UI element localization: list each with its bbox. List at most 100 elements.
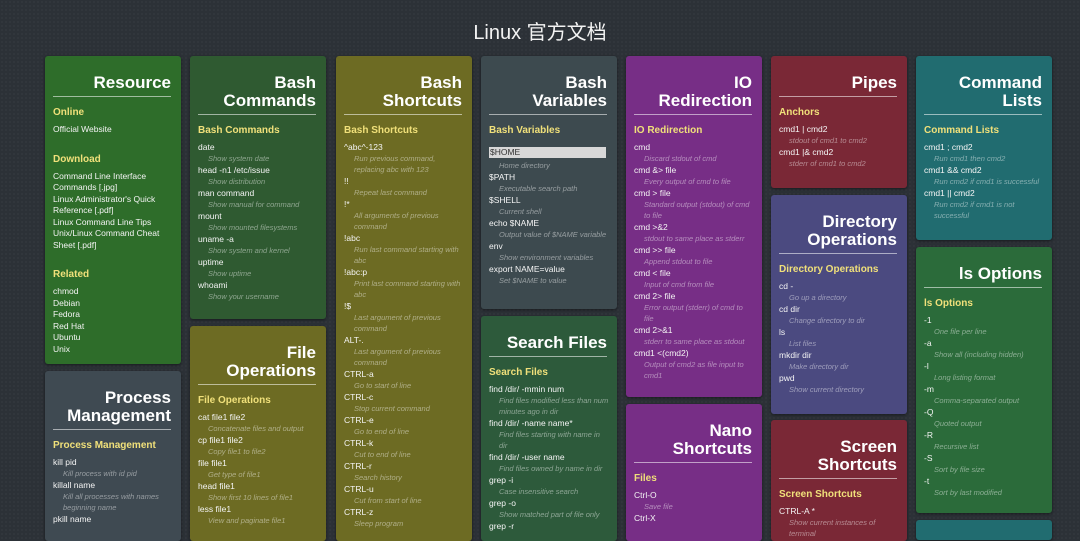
command-text: CTRL-a [344,369,374,379]
command-description: Stop current command [354,404,430,413]
command-text: cmd &> file [634,165,677,175]
command-text: !$ [344,301,352,311]
command-description: Go up a directory [789,293,847,302]
screen-shortcuts-title: Screen Shortcuts [817,437,897,474]
command-text: $SHELL [489,195,521,205]
command-description: Last argument of previous command [354,347,441,367]
resource-link[interactable]: Fedora [53,309,173,321]
command-description: Print last command starting with abc [354,279,461,299]
command-description: Standard output (stdout) of cmd to file [644,200,750,220]
command-description: Case insensitive search [499,487,579,496]
resource-link[interactable]: Unix/Linux Command Cheat Sheet [.pdf] [53,228,173,251]
command-description: Append stdout to file [644,257,713,266]
command-text: head file1 [198,481,235,491]
command-description: Quoted output [934,419,982,428]
resource-link[interactable]: chmod [53,286,173,298]
command-text: export NAME=value [489,264,565,274]
command-text: mkdir dir [779,350,812,360]
command-text: cmd [634,142,651,152]
bash-variables-card: Bash Variables Bash Variables $HOME Home … [481,56,617,309]
search-files-list: find /dir/ -mmin num Find files modified … [481,384,617,540]
command-description: All arguments of previous command [354,211,439,231]
command-text: pkill name [53,514,92,524]
command-text: ^abc^-123 [344,142,383,152]
extra-card [916,520,1052,540]
command-description: Current shell [499,207,542,216]
command-text: ALT-. [344,335,364,345]
command-text: killall name [53,480,96,490]
command-description: Show your username [208,292,279,301]
command-description: Show system and kernel [208,246,290,255]
command-description: Show environment variables [499,253,594,262]
resource-link[interactable]: Debian [53,298,173,310]
bash-commands-title: Bash Commands [223,73,316,110]
file-operations-title: File Operations [226,343,316,380]
command-description: Repeat last command [354,188,427,197]
command-description: Output of cmd2 as file input to cmd1 [644,360,744,380]
command-text: CTRL-c [344,392,374,402]
command-text: CTRL-u [344,484,374,494]
directory-operations-list: cd - Go up a directory cd dir Change direct… [771,281,907,404]
process-title: Process Management [67,388,171,425]
command-text: -a [924,338,932,348]
command-description: Make directory dir [789,362,849,371]
bash-variables-section: Bash Variables [489,125,561,136]
command-text: cmd1 && cmd2 [924,165,982,175]
command-text: ls [779,327,786,337]
command-description: Cut to end of line [354,450,411,459]
command-text: cmd1 |& cmd2 [779,147,834,157]
command-description: stdout to same place as stderr [644,234,745,243]
resource-link[interactable]: Command Line Interface Commands [.jpg] [53,171,173,194]
io-redirection-list: cmd Discard stdout of cmd cmd &> file Every… [626,142,762,390]
command-description: Find files modified less than num minute… [499,396,609,416]
nano-shortcuts-list: Ctrl-O Save file Ctrl-X [626,490,762,532]
command-description: Recursive list [934,442,979,451]
resource-link[interactable]: Ubuntu [53,332,173,344]
command-description: Run previous command, replacing abc with… [354,154,436,174]
bash-commands-list: date Show system date head -n1 /etc/issue S… [190,142,326,311]
command-text: mount [198,211,222,221]
command-description: Last argument of previous command [354,313,441,333]
resource-link[interactable]: Linux Command Line Tips [53,217,173,229]
command-text: cmd 2> file [634,291,676,301]
command-text: !* [344,199,350,209]
io-redirection-card: IO Redirection IO Redirection cmd Discard… [626,56,762,397]
resource-link[interactable]: Official Website [53,124,173,136]
resource-link[interactable]: Red Hat [53,321,173,333]
command-text: cmd < file [634,268,671,278]
command-description: Set $NAME to value [499,276,567,285]
command-description: Kill process with id pid [63,469,137,478]
pipes-title: Pipes [851,73,897,92]
command-text: Ctrl-X [634,513,656,523]
command-description: Home directory [499,161,550,170]
bash-commands-card: Bash Commands Bash Commands date Show sys… [190,56,326,319]
resource-link[interactable]: Linux Administrator's Quick Reference [.… [53,194,173,217]
command-text: -1 [924,315,932,325]
command-description: Run cmd1 then cmd2 [934,154,1006,163]
nano-shortcuts-card: Nano Shortcuts Files Ctrl-O Save file Ctrl… [626,404,762,541]
command-description: Change directory to dir [789,316,865,325]
command-text: !abc:p [344,267,368,277]
command-text: cmd > file [634,188,671,198]
command-text: cat file1 file2 [198,412,246,422]
command-text: -S [924,453,933,463]
ls-options-list: -1 One file per line -a Show all (including… [916,315,1052,507]
command-text: uptime [198,257,224,267]
resource-link[interactable]: Unix [53,344,173,356]
resource-card: Resource Online Official Website Downloa… [45,56,181,364]
command-text: cmd1 <(cmd2) [634,348,689,358]
command-text: head -n1 /etc/issue [198,165,270,175]
command-description: Show system date [208,154,270,163]
search-files-section: Search Files [489,367,548,378]
command-description: View and paginate file1 [208,516,286,525]
nano-shortcuts-section: Files [634,473,657,484]
command-description: Sort by file size [934,465,985,474]
command-lists-title: Command Lists [958,73,1042,110]
command-description: Cut from start of line [354,496,422,505]
command-text: -l [924,361,929,371]
command-description: Show current directory [789,385,865,394]
pipes-section: Anchors [779,107,820,118]
command-text: cmd >> file [634,245,676,255]
resource-title: Resource [93,73,171,92]
command-text: echo $NAME [489,218,540,228]
